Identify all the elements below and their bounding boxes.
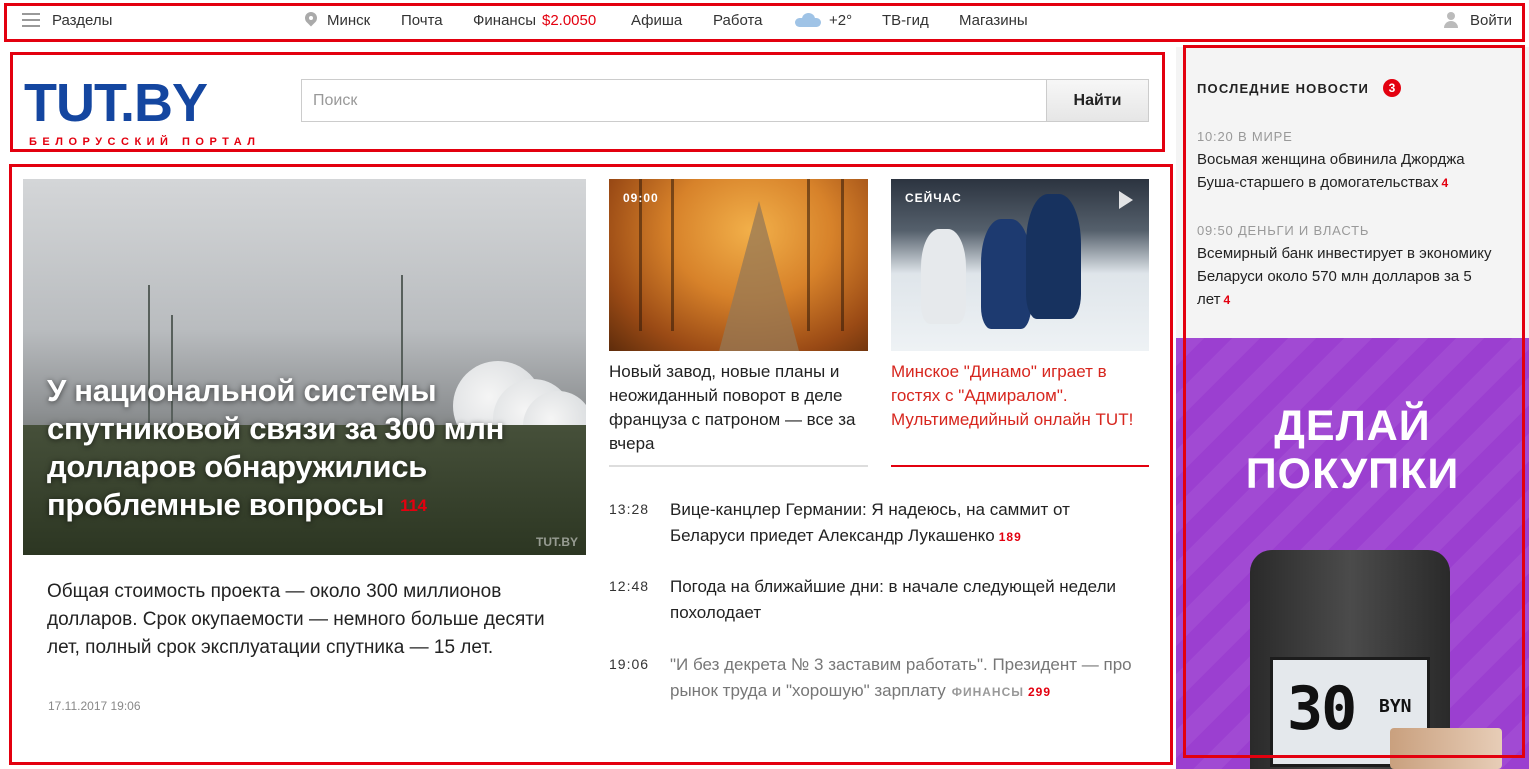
latest-news-comment-count[interactable]: 4 (1441, 176, 1448, 190)
lead-comment-count[interactable]: 114 (400, 496, 427, 515)
weather-link[interactable]: +2° (795, 10, 852, 30)
terminal-currency: BYN (1379, 696, 1412, 717)
latest-news-meta: 10:20 В МИРЕ (1197, 129, 1293, 144)
dollar-rate: $2.0050 (541, 11, 597, 29)
latest-news-title: Восьмая женщина обвинила Джорджа Буша-ст… (1197, 151, 1465, 191)
lead-title-text: У национальной системы спутниковой связи… (47, 373, 505, 522)
lead-story-date: 17.11.2017 19:06 (48, 699, 141, 713)
play-icon[interactable] (1119, 191, 1133, 209)
tree-trunk (841, 179, 844, 331)
tree-trunk (807, 179, 810, 331)
city-label: Минск (327, 11, 371, 29)
latest-news-heading: ПОСЛЕДНИЕ НОВОСТИ 3 (1197, 79, 1402, 97)
news-comment-count[interactable]: 189 (999, 530, 1022, 544)
news-title-wrap: Погода на ближайшие дни: в начале следую… (670, 574, 1148, 626)
city-link[interactable]: Минск (305, 10, 370, 30)
hockey-player (981, 219, 1031, 329)
forest-path (719, 201, 799, 351)
news-rubric[interactable]: ФИНАНСЫ (952, 685, 1024, 699)
cloud-icon (795, 13, 821, 27)
terminal-amount: 30 (1287, 674, 1357, 744)
live-badge: СЕЙЧАС (905, 191, 962, 205)
search-form: Найти (301, 79, 1149, 122)
lead-story-description: Общая стоимость проекта — около 300 милл… (47, 581, 545, 658)
weather-temp: +2° (829, 11, 853, 29)
mail-link[interactable]: Почта (401, 10, 443, 30)
sections-label: Разделы (52, 11, 113, 29)
hamburger-icon (22, 13, 40, 27)
login-link[interactable]: Войти (1444, 10, 1512, 30)
latest-news-item[interactable]: Всемирный банк инвестирует в экономику Б… (1197, 242, 1497, 312)
user-icon (1444, 12, 1458, 28)
photo-watermark: TUT.BY (536, 535, 578, 549)
hockey-player (1026, 194, 1081, 319)
card-title-digest[interactable]: Новый завод, новые планы и неожиданный п… (609, 360, 868, 456)
jobs-link[interactable]: Работа (713, 10, 763, 30)
search-input[interactable] (301, 79, 1046, 122)
news-title: "И без декрета № 3 заставим работать". П… (670, 655, 1132, 700)
location-pin-icon (305, 12, 317, 28)
latest-news-title: Всемирный банк инвестирует в экономику Б… (1197, 245, 1492, 308)
bank-card-illustration (1390, 728, 1502, 769)
news-item[interactable]: 12:48 Погода на ближайшие дни: в начале … (609, 574, 1149, 626)
card-separator (609, 465, 868, 467)
tv-guide-link[interactable]: ТВ-гид (882, 10, 929, 30)
login-label: Войти (1470, 11, 1512, 29)
shops-link[interactable]: Магазины (959, 10, 1028, 30)
sections-menu[interactable]: Разделы (22, 10, 112, 30)
latest-news-comment-count[interactable]: 4 (1223, 293, 1230, 307)
news-title-wrap: "И без декрета № 3 заставим работать". П… (670, 652, 1148, 705)
logo-subtitle: БЕЛОРУССКИЙ ПОРТАЛ (29, 136, 261, 148)
tree-trunk (671, 179, 674, 331)
news-time: 13:28 (609, 501, 650, 517)
latest-news-title: ПОСЛЕДНИЕ НОВОСТИ (1197, 80, 1370, 96)
site-logo[interactable]: TUT.BY БЕЛОРУССКИЙ ПОРТАЛ (24, 73, 274, 148)
hockey-player (921, 229, 966, 324)
news-comment-count[interactable]: 299 (1028, 685, 1051, 699)
ad-headline-line: ПОКУПКИ (1245, 450, 1460, 498)
card-separator (891, 465, 1149, 467)
finance-label: Финансы (473, 11, 536, 29)
card-time-badge: 09:00 (623, 191, 659, 205)
search-button[interactable]: Найти (1046, 79, 1149, 122)
news-title-wrap: Вице-канцлер Германии: Я надеюсь, на сам… (670, 497, 1148, 550)
logo-wordmark: TUT.BY (24, 73, 208, 133)
latest-news-meta: 09:50 ДЕНЬГИ И ВЛАСТЬ (1197, 223, 1370, 238)
latest-news-item[interactable]: Восьмая женщина обвинила Джорджа Буша-ст… (1197, 148, 1497, 195)
lead-story-title[interactable]: У национальной системы спутниковой связи… (47, 372, 567, 525)
ad-headline-line: ДЕЛАЙ (1274, 402, 1431, 450)
card-title-dinamo[interactable]: Минское "Динамо" играет в гостях с "Адми… (891, 360, 1150, 432)
afisha-link[interactable]: Афиша (631, 10, 682, 30)
news-item[interactable]: 13:28 Вице-канцлер Германии: Я надеюсь, … (609, 497, 1149, 549)
unread-badge: 3 (1383, 79, 1402, 97)
news-time: 12:48 (609, 578, 650, 594)
autumn-card-image[interactable]: 09:00 (609, 179, 868, 351)
news-time: 19:06 (609, 656, 650, 672)
news-item[interactable]: 19:06 "И без декрета № 3 заставим работа… (609, 652, 1149, 730)
ad-headline[interactable]: ДЕЛАЙ ПОКУПКИ (1176, 402, 1529, 498)
top-navbar: Разделы Минск Почта Финансы $2.0050 Афиш… (0, 0, 1529, 40)
hockey-card-image[interactable]: СЕЙЧАС (891, 179, 1149, 351)
news-title: Погода на ближайшие дни: в начале следую… (670, 577, 1116, 622)
finance-link[interactable]: Финансы $2.0050 (473, 10, 596, 30)
